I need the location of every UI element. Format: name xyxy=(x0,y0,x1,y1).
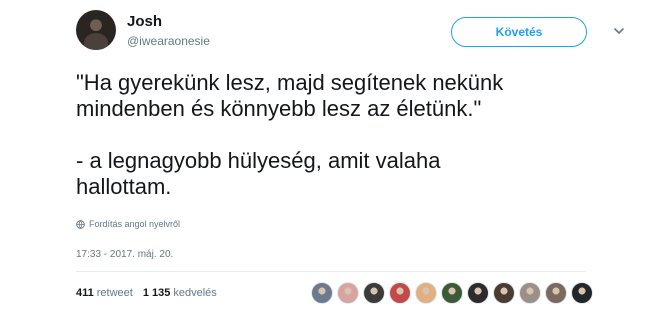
retweet-count: 411 xyxy=(76,287,94,299)
like-count: 1 135 xyxy=(142,287,171,299)
author-name[interactable]: Josh xyxy=(127,13,162,30)
retweet-label: retweet xyxy=(96,287,133,299)
follow-button[interactable]: Követés xyxy=(451,17,587,47)
tweet-timestamp[interactable]: 17:33 - 2017. máj. 20. xyxy=(76,249,173,260)
liker-avatar[interactable] xyxy=(389,282,411,304)
liker-avatar[interactable] xyxy=(493,282,515,304)
liker-avatar[interactable] xyxy=(415,282,437,304)
translate-label: Fordítás angol nyelvről xyxy=(89,219,181,229)
liker-avatar[interactable] xyxy=(363,282,385,304)
translate-link[interactable]: Fordítás angol nyelvről xyxy=(76,219,180,229)
retweet-stat[interactable]: 411 retweet xyxy=(76,287,133,299)
engagement-stats: 411 retweet 1 135 kedvelés xyxy=(76,287,217,299)
chevron-down-icon[interactable] xyxy=(612,24,626,38)
liker-avatar[interactable] xyxy=(337,282,359,304)
like-label: kedvelés xyxy=(173,287,217,299)
author-handle[interactable]: @iwearaonesie xyxy=(127,34,210,48)
tweet-card: Josh @iwearaonesie Követés "Ha gyerekünk… xyxy=(56,0,624,314)
liker-avatars xyxy=(311,282,593,304)
liker-avatar[interactable] xyxy=(519,282,541,304)
globe-icon xyxy=(76,219,85,229)
liker-avatar[interactable] xyxy=(311,282,333,304)
tweet-text: "Ha gyerekünk lesz, majd segítenek nekün… xyxy=(76,70,504,199)
liker-avatar[interactable] xyxy=(467,282,489,304)
like-stat[interactable]: 1 135 kedvelés xyxy=(143,287,217,299)
avatar[interactable] xyxy=(76,10,116,50)
liker-avatar[interactable] xyxy=(545,282,567,304)
divider xyxy=(76,271,586,272)
liker-avatar[interactable] xyxy=(441,282,463,304)
liker-avatar[interactable] xyxy=(571,282,593,304)
